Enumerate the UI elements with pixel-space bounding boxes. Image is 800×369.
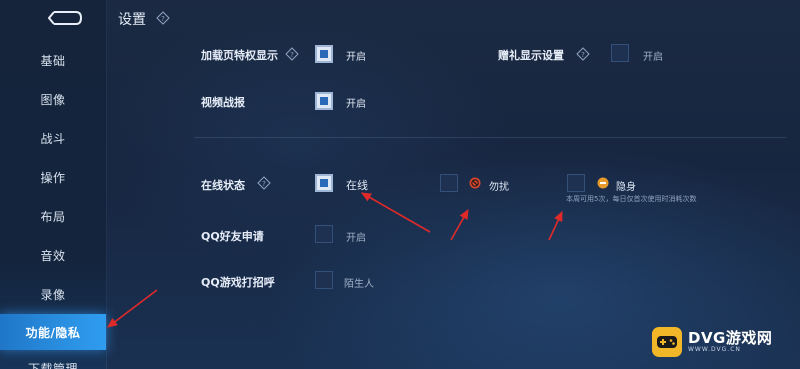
sidebar-item-label: 操作 xyxy=(40,170,66,185)
loading-privilege-checkbox[interactable] xyxy=(315,45,333,63)
invisible-icon xyxy=(597,177,609,189)
video-report-label: 视频战报 xyxy=(201,96,245,109)
sidebar-item-downloads[interactable]: 下载管理 xyxy=(0,360,106,369)
qq-friend-request-value: 开启 xyxy=(346,233,366,244)
qq-game-greeting-value: 陌生人 xyxy=(344,279,374,290)
video-report-value: 开启 xyxy=(346,99,366,110)
sidebar-item-replay[interactable]: 录像 xyxy=(0,276,106,312)
sidebar-item-label: 布局 xyxy=(40,209,66,224)
help-icon[interactable]: ? xyxy=(257,176,271,190)
sidebar: 基础 图像 战斗 操作 布局 音效 录像 功能/隐私 下载管理 xyxy=(0,0,107,369)
gift-display-value: 开启 xyxy=(643,52,663,63)
help-icon[interactable]: ? xyxy=(576,47,590,61)
sidebar-item-label: 功能/隐私 xyxy=(25,325,81,340)
qq-game-greeting-checkbox[interactable] xyxy=(315,271,333,289)
sidebar-item-label: 下载管理 xyxy=(27,362,78,369)
sidebar-item-layout[interactable]: 布局 xyxy=(0,198,106,234)
sidebar-item-combat[interactable]: 战斗 xyxy=(0,120,106,156)
sidebar-item-graphics[interactable]: 图像 xyxy=(0,81,106,117)
online-radio[interactable] xyxy=(315,174,333,192)
qq-game-greeting-label: QQ游戏打招呼 xyxy=(201,276,275,289)
invisible-usage-note: 本周可用5次，每日仅首次使用时消耗次数 xyxy=(566,195,697,203)
svg-text:?: ? xyxy=(290,51,294,59)
qq-friend-request-checkbox[interactable] xyxy=(315,225,333,243)
gift-display-checkbox[interactable] xyxy=(611,44,629,62)
qq-friend-request-label: QQ好友申请 xyxy=(201,230,264,243)
invisible-label: 隐身 xyxy=(616,182,636,193)
gift-display-label: 赠礼显示设置 xyxy=(498,49,564,62)
sidebar-item-controls[interactable]: 操作 xyxy=(0,159,106,195)
watermark-main-text: DVG游戏网 xyxy=(688,329,773,347)
do-not-disturb-icon xyxy=(469,177,481,189)
sidebar-item-label: 音效 xyxy=(40,248,66,263)
loading-privilege-label: 加载页特权显示 xyxy=(201,49,278,62)
help-icon[interactable]: ? xyxy=(285,47,299,61)
sidebar-item-label: 图像 xyxy=(40,92,66,107)
sidebar-item-sound[interactable]: 音效 xyxy=(0,237,106,273)
watermark-logo-icon xyxy=(652,327,682,357)
back-icon[interactable] xyxy=(48,8,84,28)
help-icon[interactable]: ? xyxy=(156,11,170,25)
invisible-radio[interactable] xyxy=(567,174,585,192)
sidebar-item-label: 基础 xyxy=(40,53,66,68)
background xyxy=(0,0,800,369)
sidebar-item-label: 战斗 xyxy=(40,131,66,146)
watermark-sub-text: WWW.DVG.CN xyxy=(688,346,741,353)
section-divider xyxy=(194,137,786,138)
sidebar-item-label: 录像 xyxy=(40,287,66,302)
page-title: 设置 xyxy=(118,12,146,28)
sidebar-item-privacy[interactable]: 功能/隐私 xyxy=(0,314,106,350)
online-option-label: 在线 xyxy=(346,179,368,192)
svg-text:?: ? xyxy=(161,15,165,23)
svg-text:?: ? xyxy=(262,180,266,188)
video-report-checkbox[interactable] xyxy=(315,92,333,110)
do-not-disturb-label: 勿扰 xyxy=(489,182,509,193)
sidebar-item-basic[interactable]: 基础 xyxy=(0,42,106,78)
watermark: DVG游戏网 WWW.DVG.CN xyxy=(652,326,772,358)
online-status-label: 在线状态 xyxy=(201,179,245,192)
svg-text:?: ? xyxy=(581,51,585,59)
do-not-disturb-radio[interactable] xyxy=(440,174,458,192)
loading-privilege-value: 开启 xyxy=(346,52,366,63)
